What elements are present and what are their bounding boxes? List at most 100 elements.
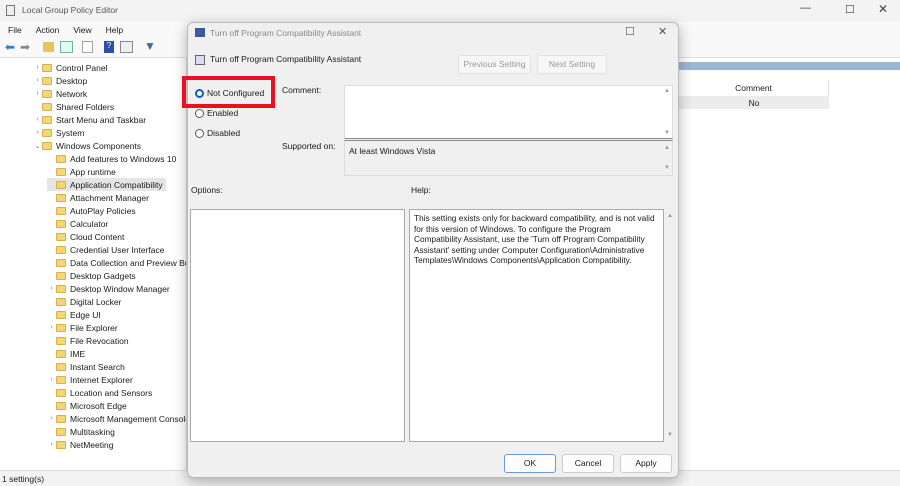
tree-item-label: Location and Sensors bbox=[70, 387, 153, 398]
scroll-up-icon[interactable]: ▲ bbox=[662, 145, 672, 151]
show-hide-tree-icon[interactable] bbox=[60, 41, 73, 53]
folder-icon bbox=[56, 258, 66, 267]
tree-item[interactable]: Cloud Content bbox=[47, 230, 124, 243]
tree-item-label: Calculator bbox=[70, 218, 109, 229]
menu-help[interactable]: Help bbox=[98, 22, 129, 38]
tree-item[interactable]: Digital Locker bbox=[47, 295, 122, 308]
chevron-right-icon[interactable]: › bbox=[33, 116, 42, 123]
forward-arrow-icon[interactable]: ➡ bbox=[20, 40, 30, 54]
tree-item-label: Shared Folders bbox=[56, 101, 115, 112]
apply-button[interactable]: Apply bbox=[620, 454, 672, 473]
chevron-right-icon[interactable]: › bbox=[47, 324, 56, 331]
tree-item[interactable]: Microsoft Edge bbox=[47, 399, 127, 412]
radio-label: Not Configured bbox=[207, 88, 265, 98]
close-button[interactable]: ✕ bbox=[878, 2, 888, 16]
tree-item[interactable]: › Desktop bbox=[33, 74, 87, 87]
back-arrow-icon[interactable]: ⬅ bbox=[5, 40, 15, 54]
chevron-right-icon[interactable]: › bbox=[47, 285, 56, 292]
menu-action[interactable]: Action bbox=[28, 22, 66, 38]
scroll-down-icon[interactable]: ▼ bbox=[662, 130, 672, 136]
tree-item[interactable]: Add features to Windows 10 bbox=[47, 152, 176, 165]
dialog-close-button[interactable]: ✕ bbox=[658, 25, 667, 38]
tree-item[interactable]: › Microsoft Management Console bbox=[47, 412, 187, 425]
tree-item[interactable]: › Desktop Window Manager bbox=[47, 282, 169, 295]
tree-item[interactable]: Calculator bbox=[47, 217, 108, 230]
window-title: Local Group Policy Editor bbox=[22, 5, 118, 15]
tree-item-label: Microsoft Management Console bbox=[70, 413, 187, 424]
tree-item-label: App runtime bbox=[70, 166, 116, 177]
setting-name: Turn off Program Compatibility Assistant bbox=[210, 54, 362, 64]
tree-item[interactable]: › Network bbox=[33, 87, 87, 100]
tree-item-label: Instant Search bbox=[70, 361, 125, 372]
folder-icon bbox=[42, 102, 52, 111]
tree-item-label: Cloud Content bbox=[70, 231, 125, 242]
folder-icon bbox=[56, 388, 66, 397]
folder-icon bbox=[56, 427, 66, 436]
folder-icon bbox=[56, 284, 66, 293]
folder-icon bbox=[56, 245, 66, 254]
radio-disabled[interactable]: Disabled bbox=[195, 128, 240, 138]
column-header-comment[interactable]: Comment bbox=[679, 81, 829, 95]
chevron-right-icon[interactable]: › bbox=[47, 376, 56, 383]
properties-icon[interactable] bbox=[120, 41, 133, 53]
chevron-right-icon[interactable]: › bbox=[33, 129, 42, 136]
tree-item[interactable]: › Start Menu and Taskbar bbox=[33, 113, 146, 126]
tree-item[interactable]: ⌄ Windows Components bbox=[33, 139, 141, 152]
export-list-icon[interactable] bbox=[82, 41, 93, 53]
chevron-right-icon[interactable]: › bbox=[47, 415, 56, 422]
main-title-bar: Local Group Policy Editor — ☐ ✕ bbox=[0, 0, 900, 22]
tree-item[interactable]: Data Collection and Preview Builds bbox=[47, 256, 186, 269]
supported-on-field: At least Windows Vista ▲ ▼ bbox=[344, 140, 673, 176]
scroll-down-icon[interactable]: ▼ bbox=[667, 432, 673, 438]
comment-textarea[interactable]: ▲ ▼ bbox=[344, 85, 673, 139]
tree-item-label: Multitasking bbox=[70, 426, 115, 437]
chevron-right-icon[interactable]: › bbox=[33, 90, 42, 97]
folder-icon bbox=[56, 180, 66, 189]
tree-item[interactable]: IME bbox=[47, 347, 85, 360]
chevron-right-icon[interactable]: › bbox=[33, 77, 42, 84]
tree-item[interactable]: AutoPlay Policies bbox=[47, 204, 136, 217]
tree-item[interactable]: Attachment Manager bbox=[47, 191, 149, 204]
tree-item[interactable]: › Internet Explorer bbox=[47, 373, 133, 386]
filter-icon[interactable]: ▼ bbox=[144, 39, 156, 53]
tree-item-label: Microsoft Edge bbox=[70, 400, 127, 411]
tree-item[interactable]: Shared Folders bbox=[33, 100, 114, 113]
chevron-right-icon[interactable]: › bbox=[33, 64, 42, 71]
tree-item[interactable]: › Control Panel bbox=[33, 61, 107, 74]
folder-icon bbox=[56, 323, 66, 332]
scroll-up-icon[interactable]: ▲ bbox=[662, 88, 672, 94]
menu-file[interactable]: File bbox=[0, 22, 28, 38]
up-folder-icon[interactable] bbox=[43, 42, 54, 52]
radio-enabled[interactable]: Enabled bbox=[195, 108, 238, 118]
tree-item[interactable]: Instant Search bbox=[47, 360, 125, 373]
cancel-button[interactable]: Cancel bbox=[562, 454, 614, 473]
tree-item[interactable]: App runtime bbox=[47, 165, 116, 178]
radio-label: Enabled bbox=[207, 108, 239, 118]
tree-item[interactable]: › NetMeeting bbox=[47, 438, 113, 451]
tree-item[interactable]: Multitasking bbox=[47, 425, 115, 438]
tree-item[interactable]: › File Explorer bbox=[47, 321, 117, 334]
scroll-up-icon[interactable]: ▲ bbox=[667, 213, 673, 219]
next-setting-button[interactable]: Next Setting bbox=[537, 55, 607, 74]
tree-item[interactable]: Credential User Interface bbox=[47, 243, 165, 256]
tree-item[interactable]: File Revocation bbox=[47, 334, 129, 347]
menu-view[interactable]: View bbox=[65, 22, 97, 38]
tree-item-label: Start Menu and Taskbar bbox=[56, 114, 147, 125]
chevron-down-icon[interactable]: ⌄ bbox=[33, 142, 42, 150]
previous-setting-button[interactable]: Previous Setting bbox=[458, 55, 531, 74]
minimize-button[interactable]: — bbox=[800, 2, 811, 14]
help-icon[interactable]: ? bbox=[104, 41, 114, 53]
maximize-button[interactable]: ☐ bbox=[845, 3, 855, 16]
dialog-maximize-button[interactable]: ☐ bbox=[625, 25, 635, 38]
scroll-down-icon[interactable]: ▼ bbox=[662, 165, 672, 171]
tree-item[interactable]: Application Compatibility bbox=[47, 178, 166, 191]
tree-item[interactable]: › System bbox=[33, 126, 84, 139]
tree-item[interactable]: Edge UI bbox=[47, 308, 101, 321]
row-comment-value[interactable]: No bbox=[679, 96, 829, 109]
ok-button[interactable]: OK bbox=[504, 454, 556, 473]
radio-not-configured[interactable]: Not Configured bbox=[195, 88, 264, 98]
radio-label: Disabled bbox=[207, 128, 241, 138]
tree-item[interactable]: Location and Sensors bbox=[47, 386, 152, 399]
chevron-right-icon[interactable]: › bbox=[47, 441, 56, 448]
tree-item[interactable]: Desktop Gadgets bbox=[47, 269, 136, 282]
